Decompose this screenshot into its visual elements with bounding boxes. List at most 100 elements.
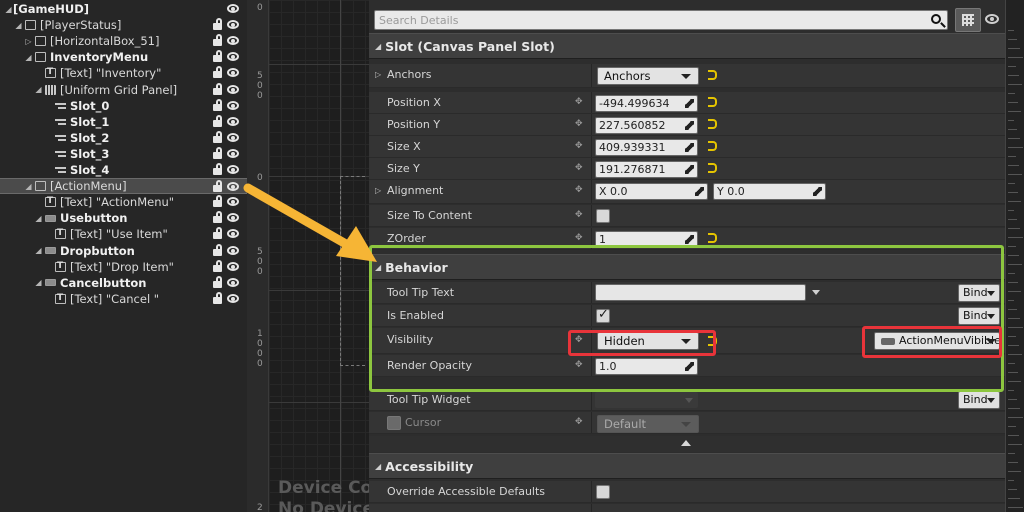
tree-row[interactable]: ◢ [PlayerStatus] <box>0 17 247 33</box>
lock-icon[interactable] <box>213 98 222 111</box>
lock-icon[interactable] <box>213 211 222 224</box>
pin-icon[interactable]: ✥ <box>575 336 585 345</box>
search-details-box[interactable] <box>374 10 948 30</box>
section-header-slot[interactable]: ◢ Slot (Canvas Panel Slot) <box>369 33 1005 59</box>
lock-icon[interactable] <box>213 50 222 63</box>
pin-icon[interactable]: ✥ <box>575 186 585 195</box>
size-y-field[interactable]: 191.276871 <box>595 161 698 178</box>
drag-handle-icon[interactable] <box>813 187 822 196</box>
reset-to-default-icon[interactable] <box>708 163 717 173</box>
position-x-field[interactable]: -494.499634 <box>595 95 698 112</box>
chevron-down-icon[interactable] <box>812 290 820 295</box>
section-header-behavior[interactable]: ◢ Behavior <box>369 254 1005 280</box>
tooltip-widget-dropdown[interactable] <box>595 392 698 408</box>
eye-icon[interactable] <box>227 4 239 13</box>
drag-handle-icon[interactable] <box>685 362 694 371</box>
eye-icon[interactable] <box>227 245 239 255</box>
lock-icon[interactable] <box>213 243 222 256</box>
size-to-content-checkbox[interactable] <box>596 209 610 223</box>
tree-row[interactable]: Slot_2 <box>0 130 247 146</box>
pin-icon[interactable]: ✥ <box>575 142 585 151</box>
collapse-arrow-icon[interactable]: ◢ <box>375 42 381 51</box>
pin-icon[interactable]: ✥ <box>575 164 585 173</box>
reset-to-default-icon[interactable] <box>708 70 717 80</box>
pin-icon[interactable]: ✥ <box>575 211 585 220</box>
lock-icon[interactable] <box>213 18 222 31</box>
drag-handle-icon[interactable] <box>685 99 694 108</box>
position-y-field[interactable]: 227.560852 <box>595 117 698 134</box>
eye-icon[interactable] <box>227 213 239 223</box>
cursor-override-checkbox[interactable] <box>387 416 401 430</box>
size-x-field[interactable]: 409.939331 <box>595 139 698 156</box>
tree-row[interactable]: ◢ InventoryMenu <box>0 49 247 65</box>
reset-to-default-icon[interactable] <box>708 141 717 151</box>
collapse-arrow-icon[interactable]: ◢ <box>34 85 43 94</box>
pin-icon[interactable]: ✥ <box>575 361 585 370</box>
tree-row[interactable]: ▷ [HorizontalBox_51] <box>0 33 247 49</box>
pin-icon[interactable]: ✥ <box>575 234 585 243</box>
tree-row[interactable]: Slot_0 <box>0 98 247 114</box>
collapse-arrow-icon[interactable]: ◢ <box>34 278 43 287</box>
eye-icon[interactable] <box>227 277 239 287</box>
selected-widget-outline[interactable] <box>340 176 365 366</box>
tree-row[interactable]: [Text] "Drop Item" <box>0 259 247 275</box>
tree-row[interactable]: Slot_3 <box>0 146 247 162</box>
pin-icon[interactable]: ✥ <box>575 120 585 129</box>
tree-row[interactable]: ◢ [GameHUD] <box>0 1 247 17</box>
drag-handle-icon[interactable] <box>685 121 694 130</box>
anchors-dropdown[interactable]: Anchors <box>597 67 699 85</box>
drag-handle-icon[interactable] <box>685 143 694 152</box>
bind-button[interactable]: Bind <box>958 307 1000 325</box>
lock-icon[interactable] <box>213 275 222 288</box>
alignment-x-field[interactable]: X 0.0 <box>595 183 708 200</box>
chevron-up-icon[interactable] <box>681 440 691 446</box>
lock-icon[interactable] <box>213 114 222 127</box>
lock-icon[interactable] <box>213 180 222 193</box>
section-header-accessibility[interactable]: ◢ Accessibility <box>369 453 1005 479</box>
alignment-y-field[interactable]: Y 0.0 <box>713 183 826 200</box>
collapse-arrow-icon[interactable]: ◢ <box>34 214 43 223</box>
expand-arrow-icon[interactable]: ▷ <box>24 37 33 46</box>
eye-icon[interactable] <box>227 293 239 303</box>
collapse-arrow-icon[interactable]: ◢ <box>14 21 23 30</box>
reset-to-default-icon[interactable] <box>708 97 717 107</box>
view-options-button[interactable] <box>955 8 981 32</box>
tooltip-text-field[interactable] <box>595 284 806 301</box>
eye-icon[interactable] <box>227 116 239 126</box>
tree-row[interactable]: Slot_4 <box>0 162 247 178</box>
eye-icon[interactable] <box>227 20 239 30</box>
reset-to-default-icon[interactable] <box>708 336 717 346</box>
bind-button[interactable]: Bind <box>958 391 1000 409</box>
search-details-input[interactable] <box>375 11 915 29</box>
tree-row[interactable]: Slot_1 <box>0 114 247 130</box>
tree-row[interactable]: [Text] "Use Item" <box>0 226 247 242</box>
collapse-arrow-icon[interactable]: ◢ <box>375 462 381 471</box>
tree-row[interactable]: ◢ Usebutton <box>0 210 247 226</box>
eye-icon[interactable] <box>227 100 239 110</box>
is-enabled-checkbox[interactable] <box>596 307 610 323</box>
lock-icon[interactable] <box>213 146 222 159</box>
tree-row[interactable]: ◢ Cancelbutton <box>0 275 247 291</box>
bind-button[interactable]: Bind <box>958 284 1000 302</box>
eye-icon[interactable] <box>227 165 239 174</box>
collapse-arrow-icon[interactable]: ◢ <box>24 53 33 62</box>
reset-to-default-icon[interactable] <box>708 119 717 129</box>
eye-icon[interactable] <box>227 84 239 94</box>
collapse-arrow-icon[interactable]: ◢ <box>34 246 43 255</box>
cursor-dropdown[interactable]: Default <box>597 415 699 433</box>
collapse-arrow-icon[interactable]: ◢ <box>4 5 13 14</box>
lock-icon[interactable] <box>213 195 222 208</box>
drag-handle-icon[interactable] <box>685 235 694 244</box>
eye-icon[interactable] <box>227 197 239 207</box>
tree-row[interactable]: ◢ [Uniform Grid Panel] <box>0 82 247 98</box>
collapse-arrow-icon[interactable]: ◢ <box>24 182 33 191</box>
collapse-arrow-icon[interactable]: ◢ <box>375 263 381 272</box>
expand-arrow-icon[interactable]: ▷ <box>375 70 381 79</box>
tree-row[interactable]: [Text] "ActionMenu" <box>0 194 247 210</box>
render-opacity-field[interactable]: 1.0 <box>595 358 698 375</box>
search-icon[interactable] <box>931 14 941 24</box>
lock-icon[interactable] <box>213 130 222 143</box>
eye-icon[interactable] <box>227 132 239 142</box>
tree-row[interactable]: ◢ Dropbutton <box>0 243 247 259</box>
advanced-expander[interactable] <box>369 436 1005 452</box>
